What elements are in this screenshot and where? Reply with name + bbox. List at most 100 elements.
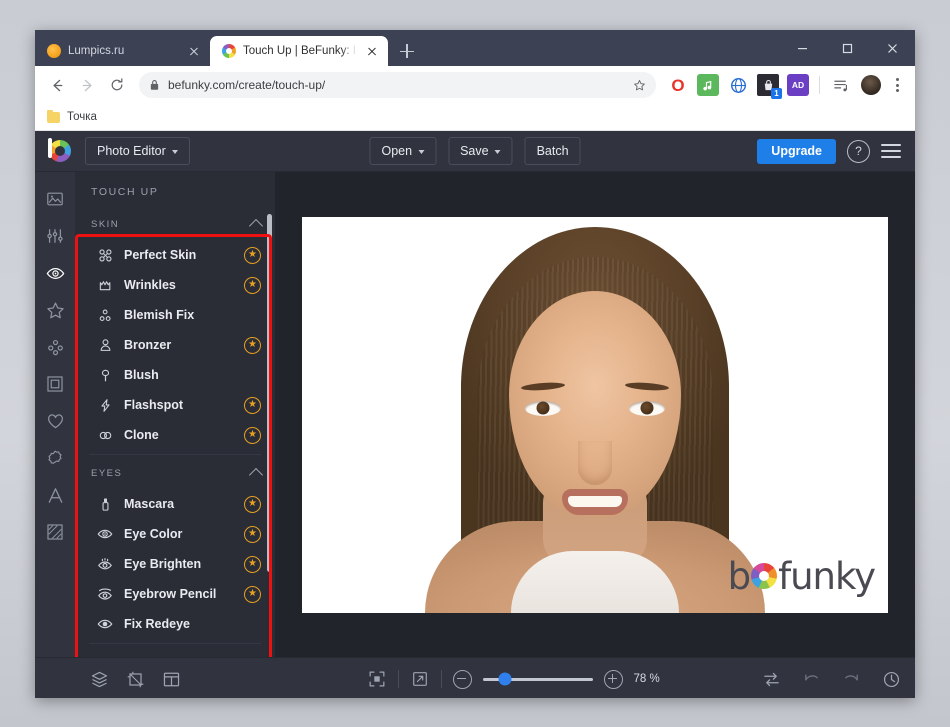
app-header: Photo Editor Open Save Batch Upgrade ? (35, 131, 915, 172)
bronzer-icon (97, 337, 113, 353)
zoom-out-button[interactable] (452, 669, 472, 689)
image-manager-icon[interactable] (38, 182, 72, 216)
fit-to-screen-icon[interactable] (367, 669, 387, 689)
pro-badge-icon: ★ (244, 396, 261, 414)
bookmarks-bar: Точка (35, 104, 915, 131)
opera-extension-icon[interactable]: O (667, 74, 689, 96)
tool-blemish-fix[interactable]: Blemish Fix (75, 300, 275, 330)
tool-rail (35, 172, 75, 657)
close-button[interactable] (870, 30, 915, 66)
new-tab-button[interactable] (394, 38, 420, 64)
product-switcher[interactable]: Photo Editor (85, 137, 190, 165)
fix-redeye-icon (97, 616, 113, 632)
tool-fix-redeye[interactable]: Fix Redeye (75, 609, 275, 639)
bookmark-label: Точка (67, 111, 97, 123)
eye-brighten-icon (97, 556, 113, 572)
blemish-fix-icon (97, 307, 113, 323)
frames-icon[interactable] (38, 367, 72, 401)
browser-tab-befunky[interactable]: Touch Up | BeFunky: Image Reto (210, 36, 388, 66)
tool-bronzer[interactable]: Bronzer ★ (75, 330, 275, 360)
before-after-toggle-icon[interactable] (761, 669, 781, 689)
open-button[interactable]: Open (369, 137, 437, 165)
adblock-extension-icon[interactable]: AD (787, 74, 809, 96)
panel-title: TOUCH UP (91, 186, 159, 198)
befunky-favicon (222, 44, 236, 58)
bookmark-star-icon[interactable] (633, 79, 646, 92)
group-header-skin[interactable]: SKIN (75, 208, 275, 240)
tool-blush[interactable]: Blush (75, 360, 275, 390)
bookmark-item[interactable]: Точка (47, 109, 97, 123)
edit-sliders-icon[interactable] (38, 219, 72, 253)
reload-button[interactable] (103, 71, 131, 99)
compare-layout-icon[interactable] (161, 669, 181, 689)
effects-star-icon[interactable] (38, 293, 72, 327)
maximize-button[interactable] (825, 30, 870, 66)
tool-clone[interactable]: Clone ★ (75, 420, 275, 450)
back-button[interactable] (43, 71, 71, 99)
tool-mascara[interactable]: Mascara ★ (75, 489, 275, 519)
pro-badge-icon: ★ (244, 525, 261, 543)
batch-button[interactable]: Batch (524, 137, 581, 165)
extension-badge: 1 (771, 88, 782, 99)
playlist-icon[interactable] (827, 71, 855, 99)
browser-tab-lumpics[interactable]: Lumpics.ru (35, 36, 210, 66)
touch-up-panel: TOUCH UP SKIN Perfect Skin ★ Wrinkles ★ … (75, 172, 275, 657)
close-icon[interactable] (186, 43, 202, 59)
tool-eye-color[interactable]: Eye Color ★ (75, 519, 275, 549)
touch-up-eye-icon[interactable] (38, 256, 72, 290)
layers-icon[interactable] (89, 669, 109, 689)
product-label: Photo Editor (97, 144, 166, 158)
group-header-eyes[interactable]: EYES (75, 457, 275, 489)
browser-menu-button[interactable] (887, 78, 907, 92)
address-bar[interactable]: befunky.com/create/touch-up/ (139, 72, 656, 98)
overlays-heart-icon[interactable] (38, 404, 72, 438)
save-button[interactable]: Save (448, 137, 513, 165)
redo-icon[interactable] (841, 669, 861, 689)
tool-label: Mascara (124, 497, 175, 511)
graphics-icon[interactable] (38, 441, 72, 475)
help-icon[interactable]: ? (847, 139, 870, 163)
profile-avatar[interactable] (861, 75, 881, 95)
fullscreen-icon[interactable] (410, 669, 430, 689)
tool-label: Bronzer (124, 338, 172, 352)
forward-button[interactable] (73, 71, 101, 99)
footer-divider (440, 670, 442, 688)
zoom-slider[interactable] (482, 672, 593, 686)
save-label: Save (460, 144, 489, 158)
lock-icon (149, 79, 160, 91)
pro-badge-icon: ★ (244, 276, 261, 294)
zoom-slider-knob[interactable] (498, 672, 511, 686)
canvas-area[interactable]: b funky (275, 172, 915, 657)
textures-icon[interactable] (38, 515, 72, 549)
batch-label: Batch (536, 144, 569, 158)
color-wheel-icon (751, 563, 778, 589)
artsy-icon[interactable] (38, 330, 72, 364)
tool-eyebrow-pencil[interactable]: Eyebrow Pencil ★ (75, 579, 275, 609)
globe-extension-icon[interactable] (727, 74, 749, 96)
tool-perfect-skin[interactable]: Perfect Skin ★ (75, 240, 275, 270)
hamburger-menu-icon[interactable] (881, 144, 901, 158)
zoom-in-button[interactable] (603, 669, 623, 689)
tool-wrinkles[interactable]: Wrinkles ★ (75, 270, 275, 300)
panel-scroll-area[interactable]: SKIN Perfect Skin ★ Wrinkles ★ Blemish F… (75, 208, 275, 657)
chevron-down-icon (418, 149, 425, 154)
photo-canvas[interactable]: b funky (302, 216, 888, 613)
upgrade-button[interactable]: Upgrade (757, 138, 836, 164)
tool-label: Fix Redeye (124, 617, 191, 631)
music-extension-icon[interactable] (697, 74, 719, 96)
minimize-button[interactable] (780, 30, 825, 66)
group-header-mouth[interactable]: MOUTH (75, 646, 275, 657)
close-icon[interactable] (364, 43, 380, 59)
tool-label: Eyebrow Pencil (124, 587, 217, 601)
toolbar-divider (819, 76, 820, 94)
tool-flashspot[interactable]: Flashspot ★ (75, 390, 275, 420)
screenshot-root: Lumpics.ru Touch Up | BeFunky: Image Ret… (0, 0, 950, 727)
panel-scrollbar[interactable] (267, 214, 272, 572)
crop-icon[interactable] (125, 669, 145, 689)
shopping-bag-extension-icon[interactable]: 1 (757, 74, 782, 99)
text-icon[interactable] (38, 478, 72, 512)
undo-icon[interactable] (801, 669, 821, 689)
tool-eye-brighten[interactable]: Eye Brighten ★ (75, 549, 275, 579)
befunky-app: Photo Editor Open Save Batch Upgrade ? T… (35, 131, 915, 698)
history-icon[interactable] (881, 669, 901, 689)
